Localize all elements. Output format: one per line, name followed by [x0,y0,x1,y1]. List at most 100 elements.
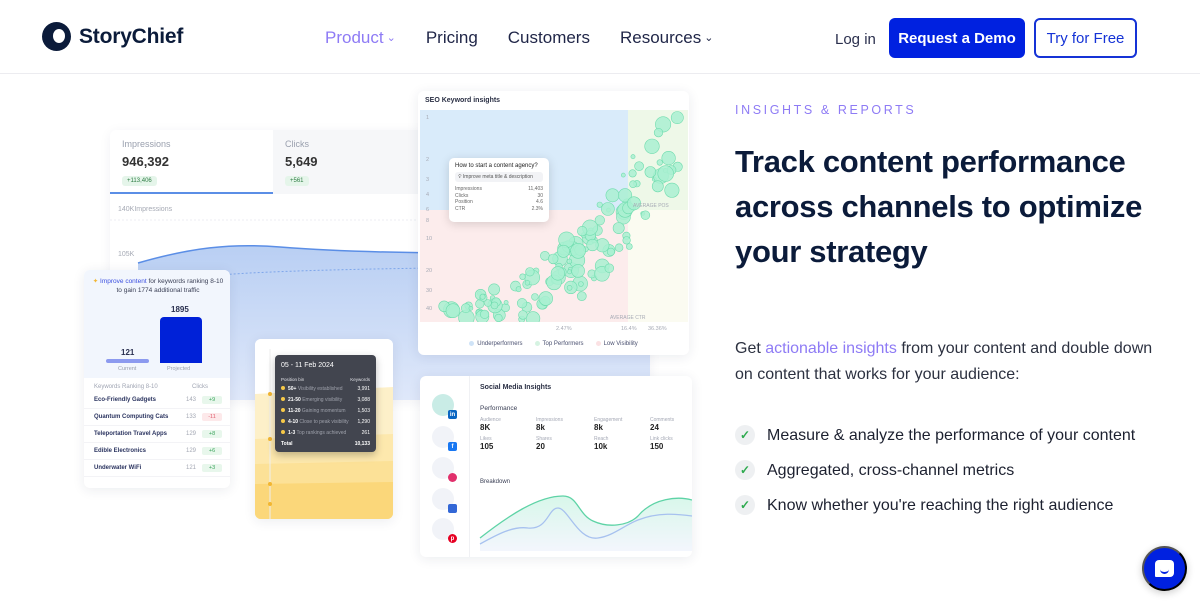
legend-low-visibility[interactable]: Low Visibility [595,340,638,347]
keyword-delta-badge: -11 [202,413,222,421]
keyword-bubble [657,165,674,182]
bin-value: 1,290 [357,419,370,425]
social-metric-value: 150 [650,442,664,451]
x-tick: 16.4% [621,326,637,332]
projected-bar [160,317,202,363]
breakdown-chart [479,495,692,551]
nav-resources[interactable]: Resources ⌄ [620,28,713,48]
social-title: Social Media Insights [480,384,552,391]
section-eyebrow: INSIGHTS & REPORTS [735,103,917,117]
social-metric: Likes 105 [480,436,536,451]
social-metric: Link clicks 150 [650,436,692,451]
col-clicks: Clicks [192,384,208,390]
keyword-clicks: 129 [186,431,197,437]
storychief-logo-icon [42,22,71,51]
feature-list: ✓ Measure & analyze the performance of yo… [735,423,1155,528]
keyword-bubble [606,247,615,256]
improve-link[interactable]: Improve content [100,278,147,285]
request-demo-button[interactable]: Request a Demo [889,18,1025,58]
keyword-bubble [538,291,554,306]
keyword-name: Underwater WiFi [94,465,142,471]
keyword-projection: ✦ Improve content for keywords ranking 8… [84,270,230,378]
actionable-insights-link[interactable]: actionable insights [765,340,897,357]
keyword-bubble [621,172,626,178]
quadrant-neutral [628,210,688,322]
keyword-row[interactable]: Eco-Friendly Gadgets 143 +9 [84,392,230,409]
channel-linkedin[interactable]: in [432,394,457,419]
col-position-bin: Position bin [281,377,305,382]
keyword-bubble [515,286,522,293]
keyword-bubble [558,231,575,249]
channel-pinterest[interactable]: p [432,518,457,543]
breakdown-area-green [480,496,692,551]
check-icon: ✓ [735,460,755,480]
tooltip-rows: Impressions 11,403 Clicks 30 Position 4.6 CTR 2… [455,186,543,212]
legend-underperformers[interactable]: Underperformers [469,340,523,347]
bin-dot-icon [281,430,285,434]
bin-desc: Emerging visibility [302,397,343,403]
position-row: 50+ Visibility established 3,991 [281,386,370,392]
total-value: 10,133 [354,441,370,447]
bin-desc: Top rankings achieved [296,430,347,436]
keyword-bubble [524,280,530,286]
social-metric: Reach 10k [594,436,650,451]
brand-name: StoryChief [79,24,184,48]
keyword-bubble [612,222,625,234]
nav-pricing[interactable]: Pricing [426,28,478,48]
bin-dot-icon [281,397,285,401]
tooltip-key: CTR [455,205,466,212]
seo-keyword-tooltip: How to start a content agency? 💡︎ Improv… [449,158,549,222]
keyword-clicks: 143 [186,397,197,403]
improve-message: ✦ Improve content for keywords ranking 8… [92,277,224,295]
chat-launcher-button[interactable] [1142,546,1187,591]
bin-desc: Close to peak visibility [299,419,349,425]
keyword-bubble [518,310,528,320]
nav-product[interactable]: Product ⌄ [325,28,396,48]
channel-instagram[interactable] [432,457,457,482]
keyword-bubble [566,258,573,265]
y-tick: 10 [426,236,433,242]
instagram-icon [448,473,457,482]
bin-desc: Gaining momentum [301,408,346,414]
keyword-improvement-card: ✦ Improve content for keywords ranking 8… [84,270,230,488]
feature-text: Aggregated, cross-channel metrics [767,462,1015,479]
legend-top-performers[interactable]: Top Performers [534,340,584,347]
brand-logo[interactable]: StoryChief [42,22,183,51]
breakdown-label: Breakdown [480,479,511,485]
channel-google-business[interactable] [432,488,457,513]
channel-facebook[interactable]: f [432,426,457,451]
keyword-name: Eco-Friendly Gadgets [94,397,157,403]
keyword-name: Edible Electronics [94,448,147,454]
position-row: 21-50 Emerging visibility 3,088 [281,397,370,403]
keyword-bubble [557,244,570,258]
feature-item: ✓ Know whether you're reaching the right … [735,493,1155,519]
sparkle-icon: ✦ [92,278,101,285]
performance-metrics: Audience 8K Impressions 8k Engagement 8k Comme… [480,417,692,451]
social-metric-value: 20 [536,442,545,451]
projected-label: Projected [167,366,191,372]
keyword-row[interactable]: Edible Electronics 129 +6 [84,443,230,460]
keyword-delta-badge: +6 [202,447,222,455]
social-metric: Shares 20 [536,436,594,451]
legend-label: Low Visibility [603,341,638,347]
keyword-table-header: Keywords Ranking 8-10 Clicks [84,378,230,392]
try-free-button[interactable]: Try for Free [1034,18,1137,58]
nav-customers[interactable]: Customers [508,28,590,48]
keyword-row[interactable]: Quantum Computing Cats 133 -11 [84,409,230,426]
keyword-bubble [577,225,588,237]
keyword-bubble [664,182,680,198]
login-link[interactable]: Log in [835,31,876,48]
bin-label: 50+ [288,386,297,392]
keyword-row[interactable]: Underwater WiFi 121 +3 [84,460,230,477]
keyword-row[interactable]: Teleportation Travel Apps 129 +8 [84,426,230,443]
social-metric-value: 8k [536,423,545,432]
keyword-bubble [571,264,585,278]
x-tick: 2.47% [556,326,572,332]
keyword-bubble [626,243,633,250]
keyword-bubble [519,273,526,280]
keyword-bubble [445,303,461,318]
keyword-bubble [570,243,586,259]
tooltip-question: How to start a content agency? [455,163,538,169]
seo-title: SEO Keyword insights [425,97,501,104]
seo-legend: Underperformers Top Performers Low Visib… [418,340,689,347]
